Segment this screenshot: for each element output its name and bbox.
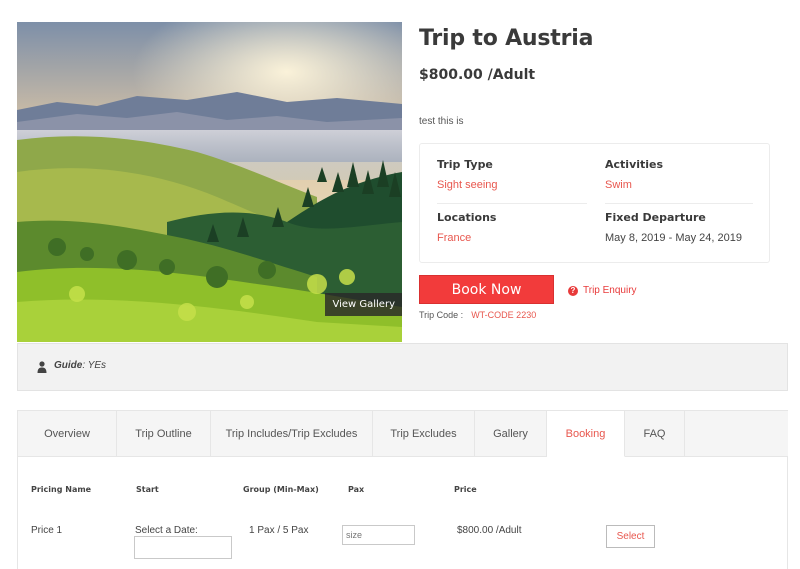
tab-trip-outline[interactable]: Trip Outline: [117, 411, 211, 457]
question-circle-icon: ?: [568, 285, 578, 296]
price-cell: $800.00 /Adult: [457, 525, 522, 536]
activities-info: Activities Swim: [605, 158, 755, 191]
divider: [605, 203, 753, 204]
book-now-button[interactable]: Book Now: [419, 275, 554, 304]
pax-header: Pax: [348, 485, 365, 494]
divider: [437, 203, 587, 204]
pax-size-input[interactable]: [342, 525, 415, 545]
tab-booking[interactable]: Booking: [547, 411, 625, 457]
activities-link[interactable]: Swim: [605, 179, 755, 191]
trip-code: Trip Code : WT-CODE 2230: [419, 310, 536, 320]
group-cell: 1 Pax / 5 Pax: [249, 525, 309, 536]
trip-type-link[interactable]: Sight seeing: [437, 179, 587, 191]
activities-label: Activities: [605, 158, 664, 171]
trip-price: $800.00 /Adult: [419, 67, 536, 83]
locations-label: Locations: [437, 211, 497, 224]
pricing-name-cell: Price 1: [31, 525, 63, 536]
trip-description: test this is: [419, 116, 464, 127]
trip-enquiry-link[interactable]: ? Trip Enquiry: [568, 285, 637, 296]
trip-tabs-panel: Overview Trip Outline Trip Includes/Trip…: [17, 410, 788, 569]
group-header: Group (Min-Max): [243, 485, 319, 494]
trip-type-info: Trip Type Sight seeing: [437, 158, 587, 191]
fixed-departure-info: Fixed Departure May 8, 2019 - May 24, 20…: [605, 211, 755, 244]
fixed-departure-label: Fixed Departure: [605, 211, 706, 224]
person-icon: [37, 361, 47, 373]
trip-info-box: Trip Type Sight seeing Activities Swim L…: [419, 143, 770, 263]
select-date-label: Select a Date:: [135, 525, 198, 536]
trip-code-value: WT-CODE 2230: [471, 310, 537, 320]
trip-enquiry-label: Trip Enquiry: [583, 285, 637, 296]
select-button[interactable]: Select: [606, 525, 655, 548]
tab-overview[interactable]: Overview: [18, 411, 117, 457]
fixed-departure-value: May 8, 2019 - May 24, 2019: [605, 232, 742, 244]
guide-label: Guide: [54, 360, 83, 371]
start-date-input[interactable]: [134, 536, 232, 559]
tab-bar: Overview Trip Outline Trip Includes/Trip…: [18, 411, 788, 457]
pricing-name-header: Pricing Name: [31, 485, 92, 494]
tab-trip-excludes[interactable]: Trip Excludes: [373, 411, 475, 457]
trip-type-label: Trip Type: [437, 158, 493, 171]
guide-bar: Guide: YEs: [17, 343, 788, 391]
guide-value: : YEs: [82, 360, 107, 371]
locations-link[interactable]: France: [437, 232, 587, 244]
tab-trip-includes-excludes[interactable]: Trip Includes/Trip Excludes: [211, 411, 373, 457]
trip-hero-image: View Gallery: [17, 22, 402, 342]
tab-faq[interactable]: FAQ: [625, 411, 685, 457]
tab-gallery[interactable]: Gallery: [475, 411, 547, 457]
price-header: Price: [454, 485, 477, 494]
guide-text: Guide: YEs: [54, 360, 106, 371]
start-header: Start: [136, 485, 159, 494]
trip-title: Trip to Austria: [419, 26, 594, 51]
view-gallery-button[interactable]: View Gallery: [325, 293, 402, 316]
trip-code-label: Trip Code :: [419, 310, 464, 320]
locations-info: Locations France: [437, 211, 587, 244]
